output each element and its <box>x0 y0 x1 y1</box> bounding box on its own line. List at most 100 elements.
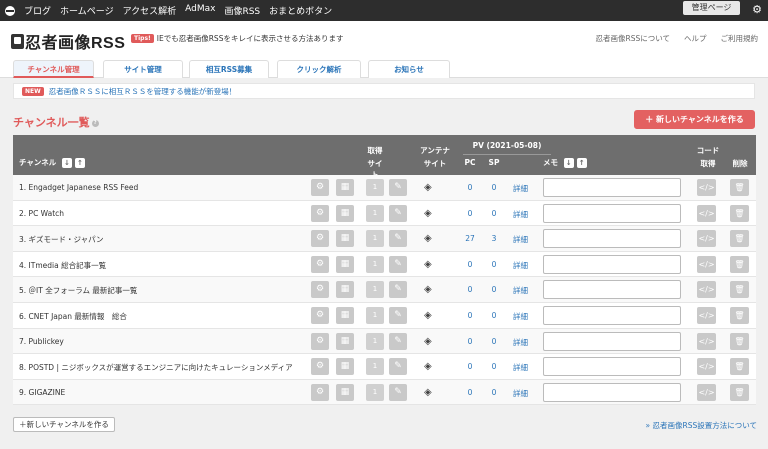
trash-icon[interactable]: 🗑 <box>730 383 749 401</box>
trash-icon[interactable]: 🗑 <box>730 358 749 376</box>
code-icon[interactable]: </> <box>697 204 716 222</box>
eye-slash-icon[interactable]: ◈ <box>424 310 432 321</box>
edit-icon[interactable]: ✎ <box>389 179 407 196</box>
eye-slash-icon[interactable]: ◈ <box>424 387 432 398</box>
tab-click-analysis[interactable]: クリック解析 <box>277 60 361 78</box>
gear-icon[interactable]: ⚙ <box>311 358 329 376</box>
memo-input[interactable] <box>543 382 681 402</box>
new-channel-button[interactable]: ＋ 新しいチャンネルを作る <box>634 110 755 129</box>
memo-input[interactable] <box>543 178 681 197</box>
detail-link[interactable]: 詳細 <box>513 234 528 245</box>
tab-mutual-rss[interactable]: 相互RSS募集 <box>189 60 269 78</box>
eye-slash-icon[interactable]: ◈ <box>424 208 432 219</box>
nav-analytics[interactable]: アクセス解析 <box>123 4 177 17</box>
fetch-site-count[interactable]: 1 <box>366 306 384 324</box>
nav-omatome[interactable]: おまとめボタン <box>269 4 332 17</box>
eye-slash-icon[interactable]: ◈ <box>424 336 432 347</box>
setup-guide-link[interactable]: » 忍者画像RSS設置方法について <box>646 420 757 431</box>
edit-icon[interactable]: ✎ <box>389 255 407 273</box>
detail-link[interactable]: 詳細 <box>513 311 528 322</box>
gear-icon[interactable]: ⚙ <box>311 179 329 196</box>
memo-input[interactable] <box>543 229 681 249</box>
layout-grid-icon[interactable]: ▦ <box>336 179 354 196</box>
memo-input[interactable] <box>543 254 681 274</box>
code-icon[interactable]: </> <box>697 281 716 299</box>
detail-link[interactable]: 詳細 <box>513 337 528 348</box>
sort-down-icon[interactable]: ↓ <box>563 158 574 168</box>
trash-icon[interactable]: 🗑 <box>730 204 749 222</box>
tab-site-management[interactable]: サイト管理 <box>103 60 183 78</box>
fetch-site-count[interactable]: 1 <box>366 230 384 248</box>
edit-icon[interactable]: ✎ <box>389 204 407 222</box>
gear-icon[interactable]: ⚙ <box>311 306 329 324</box>
nav-admax[interactable]: AdMax <box>185 4 215 17</box>
detail-link[interactable]: 詳細 <box>513 260 528 271</box>
trash-icon[interactable]: 🗑 <box>730 332 749 350</box>
gear-icon[interactable]: ⚙ <box>311 281 329 299</box>
eye-slash-icon[interactable]: ◈ <box>424 182 432 193</box>
notice-link[interactable]: 忍者画像ＲＳＳに相互ＲＳＳを管理する機能が新登場！ <box>49 86 237 97</box>
gear-icon[interactable]: ⚙ <box>311 204 329 222</box>
layout-grid-icon[interactable]: ▦ <box>336 255 354 273</box>
edit-icon[interactable]: ✎ <box>389 332 407 350</box>
tips-banner[interactable]: Tips! IEでも忍者画像RSSをキレイに表示させる方法あります <box>131 33 343 44</box>
nav-homepage[interactable]: ホームページ <box>60 4 114 17</box>
admin-page-button[interactable]: 管理ページ <box>683 1 740 15</box>
edit-icon[interactable]: ✎ <box>389 281 407 299</box>
trash-icon[interactable]: 🗑 <box>730 306 749 324</box>
gear-icon[interactable]: ⚙ <box>311 255 329 273</box>
edit-icon[interactable]: ✎ <box>389 358 407 376</box>
memo-input[interactable] <box>543 203 681 223</box>
fetch-site-count[interactable]: 1 <box>366 204 384 222</box>
gear-icon[interactable]: ⚙ <box>311 230 329 248</box>
gear-icon[interactable]: ⚙ <box>311 332 329 350</box>
code-icon[interactable]: </> <box>697 179 716 196</box>
code-icon[interactable]: </> <box>697 255 716 273</box>
layout-grid-icon[interactable]: ▦ <box>336 332 354 350</box>
layout-grid-icon[interactable]: ▦ <box>336 306 354 324</box>
detail-link[interactable]: 詳細 <box>513 183 528 194</box>
memo-input[interactable] <box>543 305 681 325</box>
memo-input[interactable] <box>543 331 681 351</box>
tips-text[interactable]: IEでも忍者画像RSSをキレイに表示させる方法あります <box>157 33 344 44</box>
code-icon[interactable]: </> <box>697 358 716 376</box>
ninja-logo-icon[interactable] <box>0 0 20 21</box>
code-icon[interactable]: </> <box>697 332 716 350</box>
gear-icon[interactable]: ⚙ <box>311 383 329 401</box>
code-icon[interactable]: </> <box>697 306 716 324</box>
layout-grid-icon[interactable]: ▦ <box>336 230 354 248</box>
nav-blog[interactable]: ブログ <box>24 4 51 17</box>
trash-icon[interactable]: 🗑 <box>730 230 749 248</box>
eye-slash-icon[interactable]: ◈ <box>424 233 432 244</box>
help-icon[interactable]: ? <box>91 119 99 127</box>
gear-icon[interactable]: ⚙ <box>750 3 764 17</box>
eye-slash-icon[interactable]: ◈ <box>424 284 432 295</box>
detail-link[interactable]: 詳細 <box>513 209 528 220</box>
sort-down-icon[interactable]: ↓ <box>61 158 72 168</box>
edit-icon[interactable]: ✎ <box>389 230 407 248</box>
fetch-site-count[interactable]: 1 <box>366 281 384 299</box>
layout-grid-icon[interactable]: ▦ <box>336 281 354 299</box>
layout-grid-icon[interactable]: ▦ <box>336 204 354 222</box>
logo[interactable]: 忍者画像RSS <box>11 29 125 53</box>
terms-link[interactable]: ご利用規約 <box>721 33 759 44</box>
tab-channel-management[interactable]: チャンネル管理 <box>13 60 94 78</box>
layout-grid-icon[interactable]: ▦ <box>336 383 354 401</box>
memo-input[interactable] <box>543 280 681 300</box>
trash-icon[interactable]: 🗑 <box>730 255 749 273</box>
trash-icon[interactable]: 🗑 <box>730 179 749 196</box>
detail-link[interactable]: 詳細 <box>513 362 528 373</box>
fetch-site-count[interactable]: 1 <box>366 255 384 273</box>
sort-up-icon[interactable]: ↑ <box>576 158 587 168</box>
fetch-site-count[interactable]: 1 <box>366 358 384 376</box>
edit-icon[interactable]: ✎ <box>389 306 407 324</box>
tab-notices[interactable]: お知らせ <box>368 60 450 78</box>
eye-slash-icon[interactable]: ◈ <box>424 361 432 372</box>
fetch-site-count[interactable]: 1 <box>366 179 384 196</box>
fetch-site-count[interactable]: 1 <box>366 332 384 350</box>
eye-slash-icon[interactable]: ◈ <box>424 259 432 270</box>
detail-link[interactable]: 詳細 <box>513 388 528 399</box>
about-link[interactable]: 忍者画像RSSについて <box>595 33 670 44</box>
memo-input[interactable] <box>543 357 681 377</box>
help-link[interactable]: ヘルプ <box>684 33 707 44</box>
